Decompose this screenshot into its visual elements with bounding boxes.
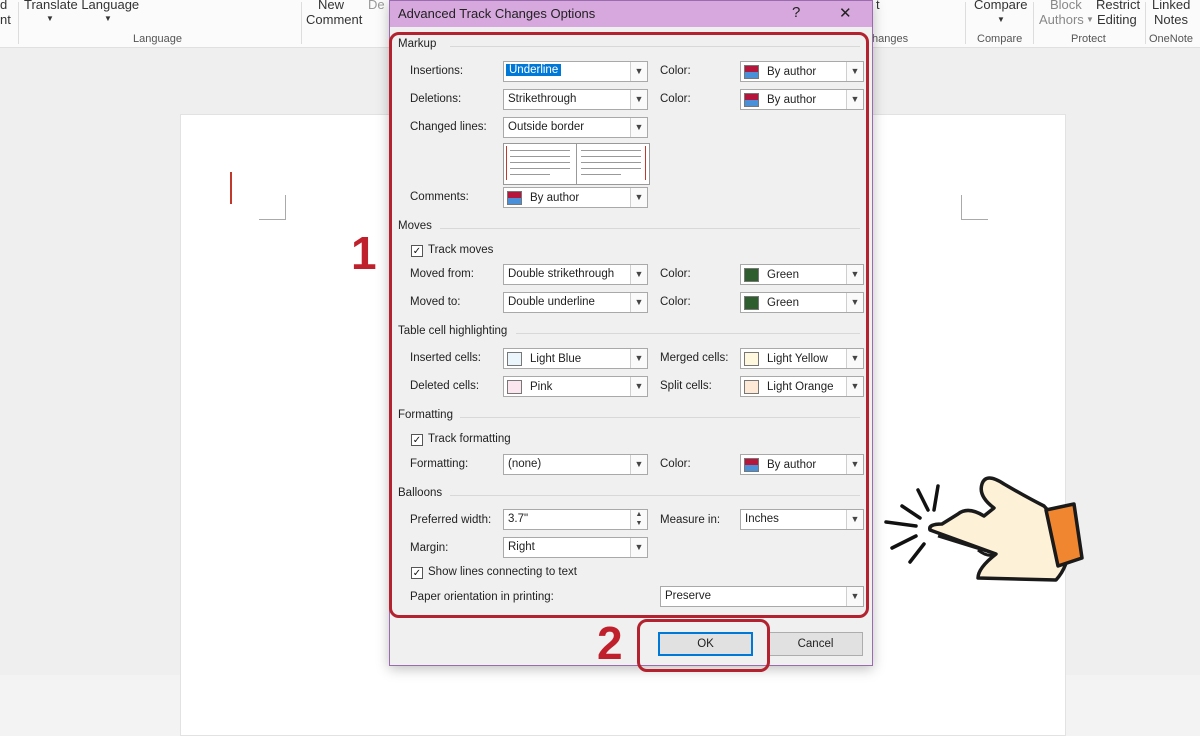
linked-notes-button-line2[interactable]: Notes (1154, 12, 1188, 27)
translate-language-button[interactable]: Translate Language (24, 0, 139, 12)
restrict-editing-button-line2[interactable]: Editing (1097, 12, 1137, 27)
ribbon-separator (1033, 2, 1034, 44)
crop-mark (961, 195, 988, 220)
crop-mark (259, 195, 286, 220)
dropdown-arrow-icon[interactable]: ▼ (46, 11, 54, 26)
ribbon-separator (965, 2, 966, 44)
help-button[interactable]: ? (792, 4, 800, 21)
dropdown-arrow-icon[interactable]: ▼ (1086, 12, 1094, 27)
step-number-2: 2 (597, 617, 623, 669)
ribbon-separator (18, 2, 19, 44)
dropdown-arrow-icon[interactable]: ▼ (997, 12, 1005, 27)
pointing-hand-icon (884, 476, 1084, 582)
delete-comment-button[interactable]: De (368, 0, 385, 12)
cancel-button[interactable]: Cancel (768, 632, 863, 656)
ribbon-partial-label: t (876, 0, 880, 12)
ribbon-separator (301, 2, 302, 44)
restrict-editing-button[interactable]: Restrict (1096, 0, 1140, 12)
new-comment-button[interactable]: New (318, 0, 344, 12)
ribbon-partial-button[interactable]: d (0, 0, 7, 12)
close-button[interactable]: ✕ (839, 4, 852, 22)
block-authors-button-line2[interactable]: Authors (1039, 12, 1084, 27)
dialog-title: Advanced Track Changes Options (398, 6, 596, 21)
ribbon-group-compare: Compare (977, 33, 1023, 45)
compare-button[interactable]: Compare (974, 0, 1027, 12)
step-number-1: 1 (351, 227, 377, 279)
text-cursor (230, 172, 232, 204)
ribbon-group-language: Language (133, 33, 182, 45)
ribbon-partial-button-line2[interactable]: nt (0, 12, 11, 27)
new-comment-button-line2[interactable]: Comment (306, 12, 362, 27)
dialog-titlebar[interactable]: Advanced Track Changes Options ? ✕ (390, 1, 872, 27)
ribbon-separator (1145, 2, 1146, 44)
block-authors-button[interactable]: Block (1050, 0, 1082, 12)
ribbon-group-changes: hanges (872, 33, 909, 45)
ribbon-group-onenote: OneNote (1149, 33, 1194, 45)
ribbon-group-protect: Protect (1071, 33, 1106, 45)
dropdown-arrow-icon[interactable]: ▼ (104, 11, 112, 26)
linked-notes-button[interactable]: Linked (1152, 0, 1190, 12)
highlight-box-ok (637, 619, 770, 672)
highlight-box-options (389, 32, 869, 618)
